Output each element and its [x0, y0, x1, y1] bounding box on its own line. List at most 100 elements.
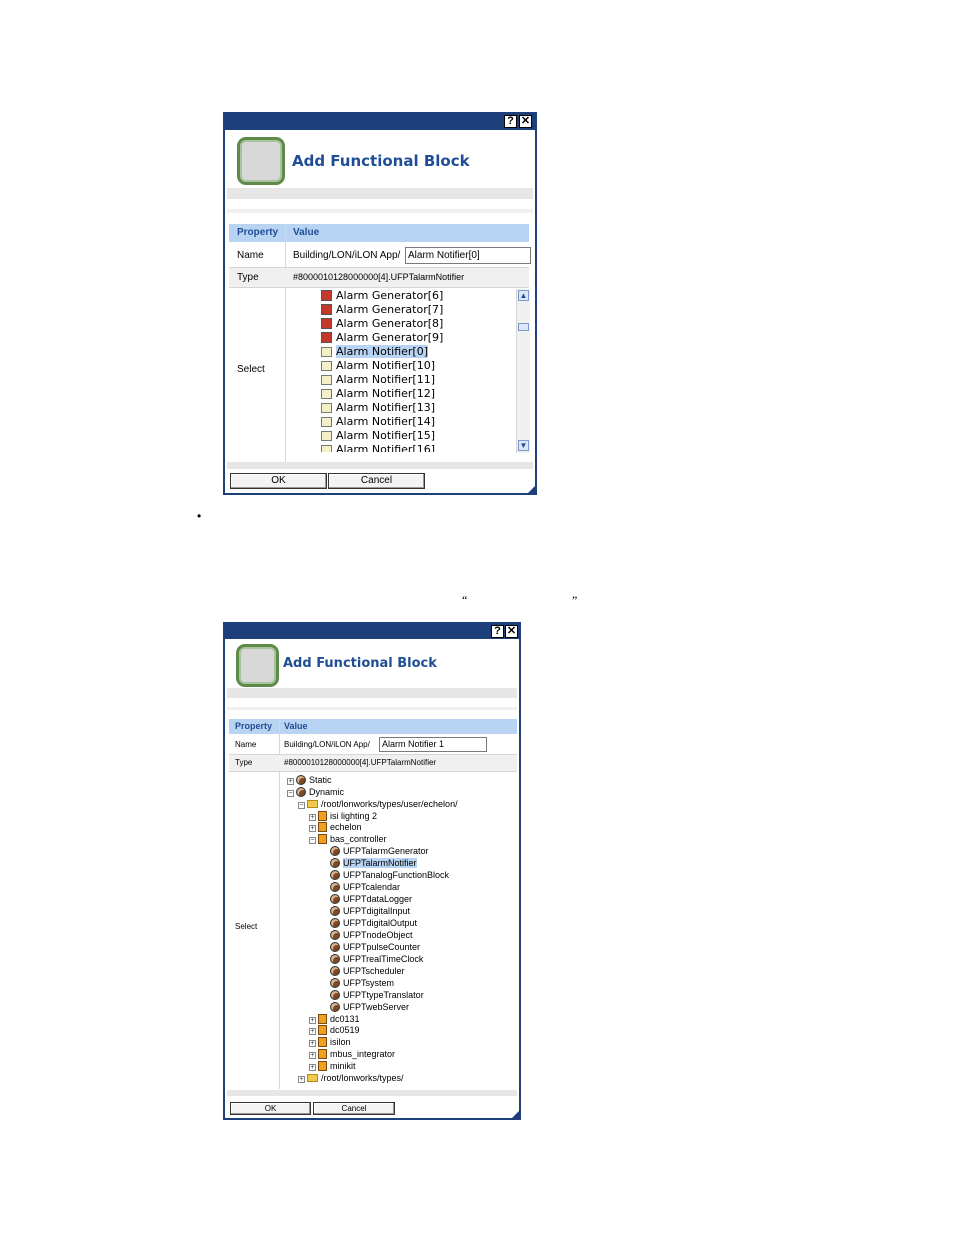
tree-leaf[interactable]: UFPTalarmGenerator [330, 846, 429, 856]
list-item-label: Alarm Generator[6] [336, 289, 444, 302]
list-item-selected[interactable]: Alarm Notifier[0] [321, 345, 428, 358]
expand-icon[interactable]: + [309, 1017, 316, 1024]
list-item[interactable]: Alarm Notifier[13] [321, 401, 435, 414]
list-item-label: Alarm Notifier[10] [336, 359, 435, 372]
tree-node-folder[interactable]: − /root/lonworks/types/user/echelon/ [298, 799, 458, 809]
bullet: • [197, 509, 202, 523]
list-item-label: Alarm Generator[9] [336, 331, 444, 344]
expand-icon[interactable]: + [287, 778, 294, 785]
folder-icon [307, 1074, 318, 1082]
device-icon [318, 834, 327, 844]
expand-icon[interactable]: + [298, 1076, 305, 1083]
help-button[interactable]: ? [504, 115, 517, 128]
list-item[interactable]: Alarm Generator[8] [321, 317, 443, 330]
tree-label: UFPTwebServer [343, 1002, 410, 1012]
tree-node-device[interactable]: + minikit [309, 1061, 356, 1071]
alarm-notifier-icon [321, 375, 332, 385]
tree-leaf[interactable]: UFPTdataLogger [330, 894, 412, 904]
list-item[interactable]: Alarm Notifier[16] [321, 443, 435, 452]
resize-handle-icon[interactable] [512, 1111, 519, 1118]
tree-label: minikit [330, 1061, 356, 1071]
type-label: Type [237, 272, 259, 283]
list-item[interactable]: Alarm Notifier[11] [321, 373, 435, 386]
tree-node-device[interactable]: − bas_controller [309, 834, 387, 844]
tree-leaf[interactable]: UFPTtypeTranslator [330, 990, 424, 1000]
tree-node-dynamic[interactable]: − Dynamic [287, 787, 344, 797]
list-item[interactable]: Alarm Generator[9] [321, 331, 443, 344]
name-input[interactable]: Alarm Notifier[0] [405, 247, 531, 264]
device-icon [318, 811, 327, 821]
tree-label: UFPTalarmNotifier [343, 858, 417, 868]
tree-leaf[interactable]: UFPTwebServer [330, 1002, 409, 1012]
tree-node-device[interactable]: + dc0519 [309, 1025, 360, 1035]
tree-node-device[interactable]: + isi lighting 2 [309, 811, 377, 821]
tree-leaf[interactable]: UFPTcalendar [330, 882, 400, 892]
tree-label: UFPTdigitalInput [343, 906, 411, 916]
list-scrollbar[interactable]: ▲ ▼ [516, 289, 530, 453]
alarm-notifier-icon [321, 347, 332, 357]
list-item[interactable]: Alarm Notifier[10] [321, 359, 435, 372]
tree-leaf[interactable]: UFPTrealTimeClock [330, 954, 423, 964]
dialog-header: Add Functional Block [227, 132, 533, 188]
tree-node-device[interactable]: + isilon [309, 1037, 351, 1047]
scroll-thumb[interactable] [518, 323, 529, 331]
tree-leaf[interactable]: UFPTdigitalInput [330, 906, 410, 916]
tree-leaf[interactable]: UFPTdigitalOutput [330, 918, 417, 928]
list-item[interactable]: Alarm Notifier[12] [321, 387, 435, 400]
list-item[interactable]: Alarm Generator[7] [321, 303, 443, 316]
cancel-button[interactable]: Cancel [313, 1102, 395, 1115]
list-item[interactable]: Alarm Notifier[14] [321, 415, 435, 428]
functional-block-icon [330, 954, 340, 964]
scroll-up-icon[interactable]: ▲ [518, 290, 529, 301]
collapse-icon[interactable]: − [309, 837, 316, 844]
tree-label: Static [309, 775, 332, 785]
type-tree[interactable]: + Static − Dynamic − /root/lonworks/types/u… [225, 624, 519, 1118]
tree-node-folder[interactable]: + /root/lonworks/types/ [298, 1073, 404, 1083]
list-item[interactable]: Alarm Generator[6] [321, 289, 443, 302]
add-functional-block-dialog-2: ? ✕ Add Functional Block Property Value … [223, 622, 521, 1120]
dialog-titlebar[interactable]: ? ✕ [225, 114, 535, 130]
ok-button[interactable]: OK [230, 1102, 311, 1115]
expand-icon[interactable]: + [309, 1052, 316, 1059]
expand-icon[interactable]: + [309, 1040, 316, 1047]
expand-icon[interactable]: + [309, 825, 316, 832]
footer-divider [227, 462, 533, 469]
cancel-button[interactable]: Cancel [328, 473, 425, 489]
scroll-down-icon[interactable]: ▼ [518, 440, 529, 451]
device-icon [318, 822, 327, 832]
collapse-icon[interactable]: − [298, 802, 305, 809]
folder-icon [307, 800, 318, 808]
tree-label: UFPTsystem [343, 978, 395, 988]
tree-leaf[interactable]: UFPTanalogFunctionBlock [330, 870, 449, 880]
tree-label: /root/lonworks/types/ [321, 1073, 404, 1083]
tree-node-device[interactable]: + mbus_integrator [309, 1049, 395, 1059]
list-item-label: Alarm Notifier[11] [336, 373, 435, 386]
alarm-generator-icon [321, 304, 332, 315]
collapse-icon[interactable]: − [287, 790, 294, 797]
expand-icon[interactable]: + [309, 1064, 316, 1071]
list-item-label: Alarm Generator[8] [336, 317, 444, 330]
tree-node-device[interactable]: + echelon [309, 822, 362, 832]
expand-icon[interactable]: + [309, 1028, 316, 1035]
tree-node-static[interactable]: + Static [287, 775, 332, 785]
tree-leaf[interactable]: UFPTscheduler [330, 966, 405, 976]
list-item[interactable]: Alarm Notifier[15] [321, 429, 435, 442]
list-item-label: Alarm Notifier[14] [336, 415, 435, 428]
list-item-label: Alarm Generator[7] [336, 303, 444, 316]
tree-label: UFPTtypeTranslator [343, 990, 424, 1000]
ok-button[interactable]: OK [230, 473, 327, 489]
tree-node-device[interactable]: + dc0131 [309, 1014, 360, 1024]
device-icon [318, 1049, 327, 1059]
close-button[interactable]: ✕ [519, 115, 532, 128]
tree-leaf[interactable]: UFPTpulseCounter [330, 942, 420, 952]
tree-leaf[interactable]: UFPTsystem [330, 978, 394, 988]
alarm-generator-icon [321, 332, 332, 343]
expand-icon[interactable]: + [309, 814, 316, 821]
list-item-label: Alarm Notifier[12] [336, 387, 435, 400]
functional-block-logo-icon [237, 137, 285, 185]
tree-leaf-selected[interactable]: UFPTalarmNotifier [330, 858, 417, 868]
functional-block-list[interactable]: Alarm Generator[6] Alarm Generator[7] Al… [321, 289, 513, 452]
tree-leaf[interactable]: UFPTnodeObject [330, 930, 413, 940]
resize-handle-icon[interactable] [528, 486, 535, 493]
tree-label: /root/lonworks/types/user/echelon/ [321, 799, 458, 809]
